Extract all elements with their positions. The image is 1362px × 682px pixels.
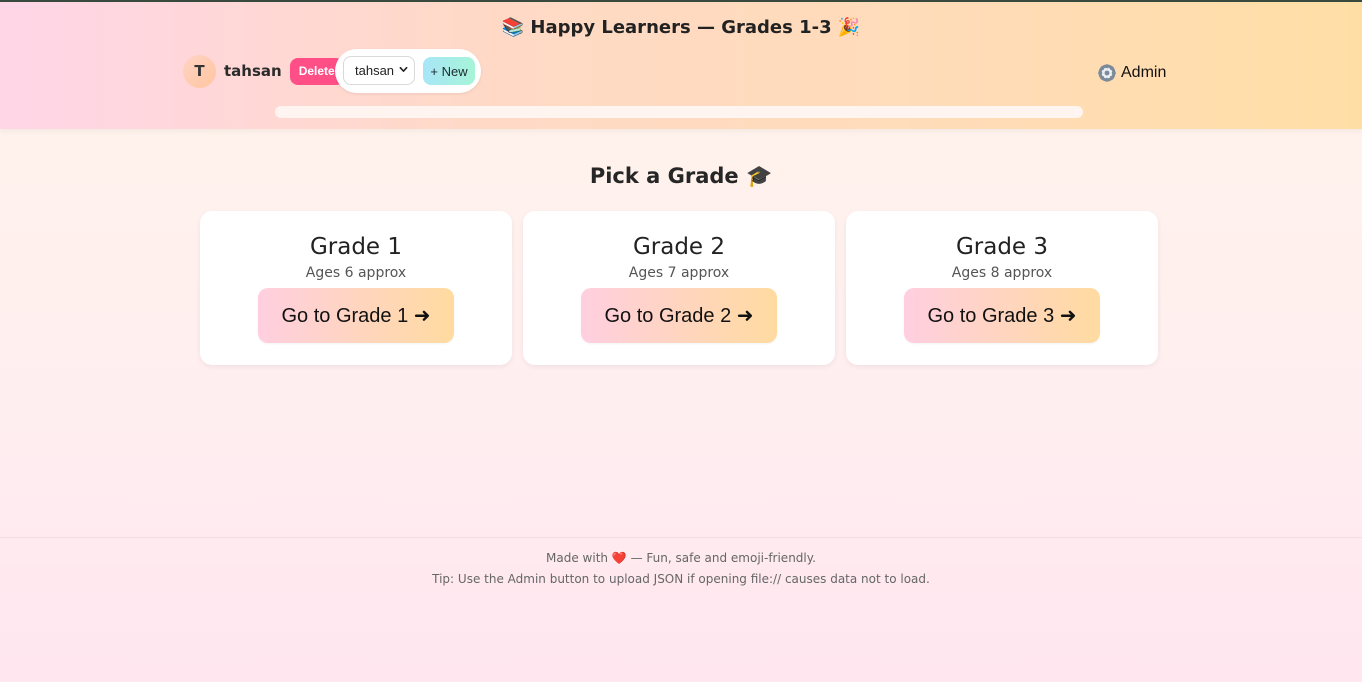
admin-button[interactable]: Admin: [1097, 61, 1166, 85]
section-heading: Pick a Grade 🎓: [589, 164, 773, 188]
grade-title: Grade 2: [632, 234, 726, 260]
progress-bar: [275, 106, 1083, 118]
avatar: T: [183, 54, 216, 88]
footer-tip: Tip: Use the Admin button to upload JSON…: [432, 572, 930, 586]
go-to-grade-2-button[interactable]: Go to Grade 2 ➜: [581, 288, 777, 343]
app-header: 📚 Happy Learners — Grades 1-3 🎉 T tahsan…: [0, 2, 1362, 129]
grade-card-2: Grade 2 Ages 7 approx Go to Grade 2 ➜: [523, 211, 835, 365]
gear-icon: [1098, 64, 1116, 82]
profile-select[interactable]: tahsan: [343, 56, 415, 85]
profile-select-value: tahsan: [355, 63, 395, 78]
chevron-down-icon: [399, 66, 408, 72]
grade-card-1: Grade 1 Ages 6 approx Go to Grade 1 ➜: [200, 211, 512, 365]
grade-title: Grade 1: [309, 234, 403, 260]
new-user-button[interactable]: + New: [423, 57, 475, 85]
current-user: T tahsan Delete: [183, 54, 344, 88]
admin-label: Admin: [1121, 64, 1167, 81]
app-title: 📚 Happy Learners — Grades 1-3 🎉: [501, 17, 861, 38]
grade-subtitle: Ages 6 approx: [305, 265, 407, 281]
grade-subtitle: Ages 7 approx: [628, 265, 730, 281]
go-to-grade-3-button[interactable]: Go to Grade 3 ➜: [904, 288, 1100, 343]
footer-tagline: Made with ❤️ — Fun, safe and emoji-frien…: [546, 551, 816, 565]
footer: Made with ❤️ — Fun, safe and emoji-frien…: [0, 537, 1362, 682]
username: tahsan: [224, 62, 282, 80]
grade-title: Grade 3: [955, 234, 1049, 260]
profile-switcher: tahsan + New: [335, 49, 481, 93]
go-to-grade-1-button[interactable]: Go to Grade 1 ➜: [258, 288, 454, 343]
grade-subtitle: Ages 8 approx: [951, 265, 1053, 281]
grade-card-3: Grade 3 Ages 8 approx Go to Grade 3 ➜: [846, 211, 1158, 365]
